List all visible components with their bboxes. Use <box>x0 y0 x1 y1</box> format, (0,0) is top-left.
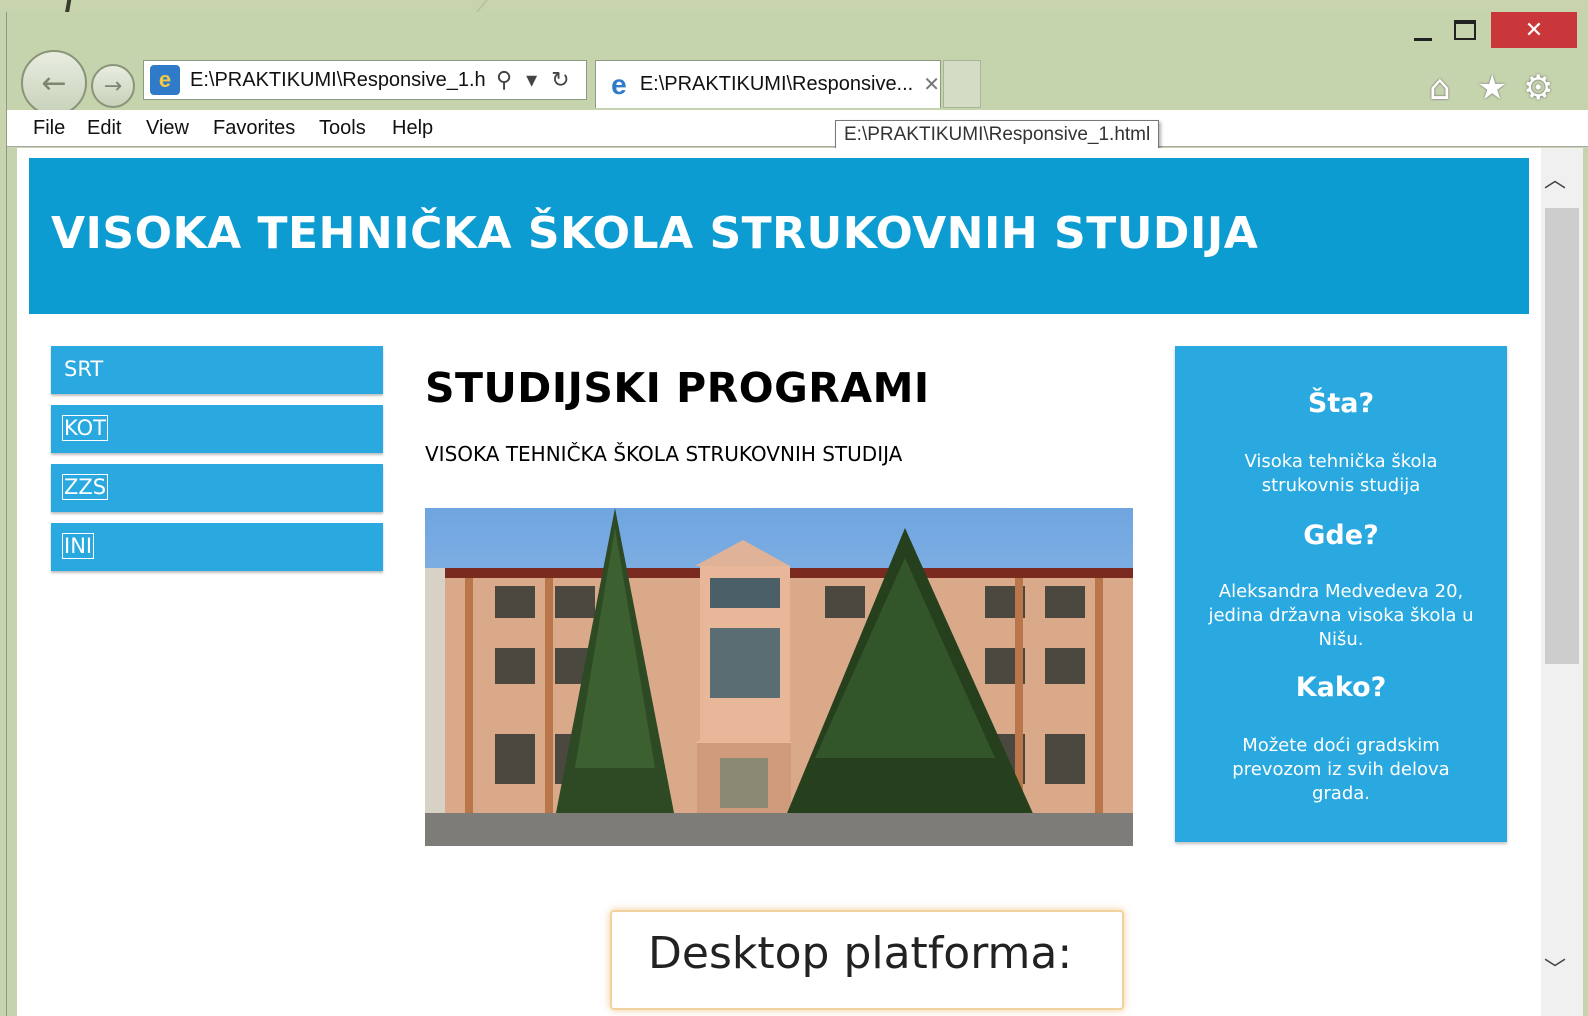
maximize-button[interactable] <box>1447 12 1483 48</box>
refresh-icon[interactable]: ↻ <box>551 67 569 93</box>
nav-item-zzs[interactable]: ZZS <box>51 464 383 512</box>
address-bar[interactable]: e E:\PRAKTIKUMI\Responsive_1.h ⚲ ▾ ↻ <box>143 60 587 100</box>
home-icon[interactable]: ⌂ <box>1429 68 1451 108</box>
nav-item-ini[interactable]: INI <box>51 523 383 571</box>
menu-file[interactable]: File <box>33 117 65 140</box>
scroll-up-icon[interactable]: ︿ <box>1544 162 1566 194</box>
page-subtitle: VISOKA TEHNIČKA ŠKOLA STRUKOVNIH STUDIJA <box>425 442 903 466</box>
tab-active[interactable]: e E:\PRAKTIKUMI\Responsive... ✕ <box>595 60 941 108</box>
back-icon: ← <box>41 65 67 101</box>
nav-label: ZZS <box>61 474 109 500</box>
search-icon[interactable]: ⚲ <box>496 67 512 93</box>
site-header: VISOKA TEHNIČKA ŠKOLA STRUKOVNIH STUDIJA <box>29 158 1529 314</box>
info-answer-how: Možete doći gradskim prevozom iz svih de… <box>1232 735 1450 804</box>
info-answer-what: Visoka tehnička škola strukovnis studija <box>1244 451 1438 496</box>
back-button[interactable]: ← <box>21 50 87 116</box>
close-icon: ✕ <box>1524 17 1544 43</box>
scroll-down-icon[interactable]: ﹀ <box>1544 952 1566 984</box>
forward-icon: → <box>103 73 123 99</box>
menu-help[interactable]: Help <box>392 117 433 140</box>
slide-caption-box: Desktop platforma: <box>610 910 1124 1010</box>
minimize-button[interactable] <box>1405 12 1441 48</box>
tab-close-icon[interactable]: ✕ <box>923 72 940 97</box>
slide-caption: Desktop platforma: <box>648 928 1073 979</box>
ie-icon: e <box>611 68 627 100</box>
nav-label: KOT <box>62 415 108 441</box>
menu-edit[interactable]: Edit <box>87 117 121 140</box>
nav-label: SRT <box>64 357 104 381</box>
info-question-where: Gde? <box>1303 520 1379 551</box>
menu-view[interactable]: View <box>146 117 189 140</box>
menu-tools[interactable]: Tools <box>319 117 366 140</box>
url-tooltip: E:\PRAKTIKUMI\Responsive_1.html <box>835 120 1160 150</box>
maximize-icon <box>1454 20 1476 40</box>
info-panel: Šta? Visoka tehnička škola strukovnis st… <box>1175 346 1507 842</box>
page-heading: STUDIJSKI PROGRAMI <box>425 364 930 412</box>
menu-favorites[interactable]: Favorites <box>213 117 295 140</box>
nav-item-kot[interactable]: KOT <box>51 405 383 453</box>
site-title: VISOKA TEHNIČKA ŠKOLA STRUKOVNIH STUDIJA <box>51 208 1259 259</box>
star-icon[interactable]: ★ <box>1477 68 1507 108</box>
dropdown-icon[interactable]: ▾ <box>526 67 537 93</box>
page-viewport: VISOKA TEHNIČKA ŠKOLA STRUKOVNIH STUDIJA… <box>17 148 1541 1016</box>
nav-item-srt[interactable]: SRT <box>51 346 383 394</box>
main-content: STUDIJSKI PROGRAMI VISOKA TEHNIČKA ŠKOLA… <box>425 364 1145 466</box>
info-answer-where: Aleksandra Medvedeva 20, jedina državna … <box>1208 581 1474 650</box>
nav-label: INI <box>61 533 95 559</box>
tab-title: E:\PRAKTIKUMI\Responsive... <box>639 73 914 95</box>
scrollbar-thumb[interactable] <box>1545 208 1579 664</box>
school-building-photo <box>425 508 1133 846</box>
info-question-what: Šta? <box>1307 388 1375 419</box>
address-text[interactable]: E:\PRAKTIKUMI\Responsive_1.h <box>190 69 486 92</box>
browser-window: ✕ ← → e E:\PRAKTIKUMI\Responsive_1.h ⚲ ▾… <box>6 12 1588 1016</box>
side-nav: SRT KOT ZZS INI <box>51 346 383 582</box>
gear-icon[interactable]: ⚙ <box>1523 68 1553 108</box>
forward-button[interactable]: → <box>91 64 135 108</box>
new-tab-button[interactable] <box>943 60 981 108</box>
close-button[interactable]: ✕ <box>1491 12 1577 48</box>
minimize-icon <box>1414 37 1432 41</box>
menu-bar: File Edit View Favorites Tools Help <box>7 110 1588 147</box>
info-question-how: Kako? <box>1295 672 1387 703</box>
ie-icon: e <box>150 65 180 95</box>
